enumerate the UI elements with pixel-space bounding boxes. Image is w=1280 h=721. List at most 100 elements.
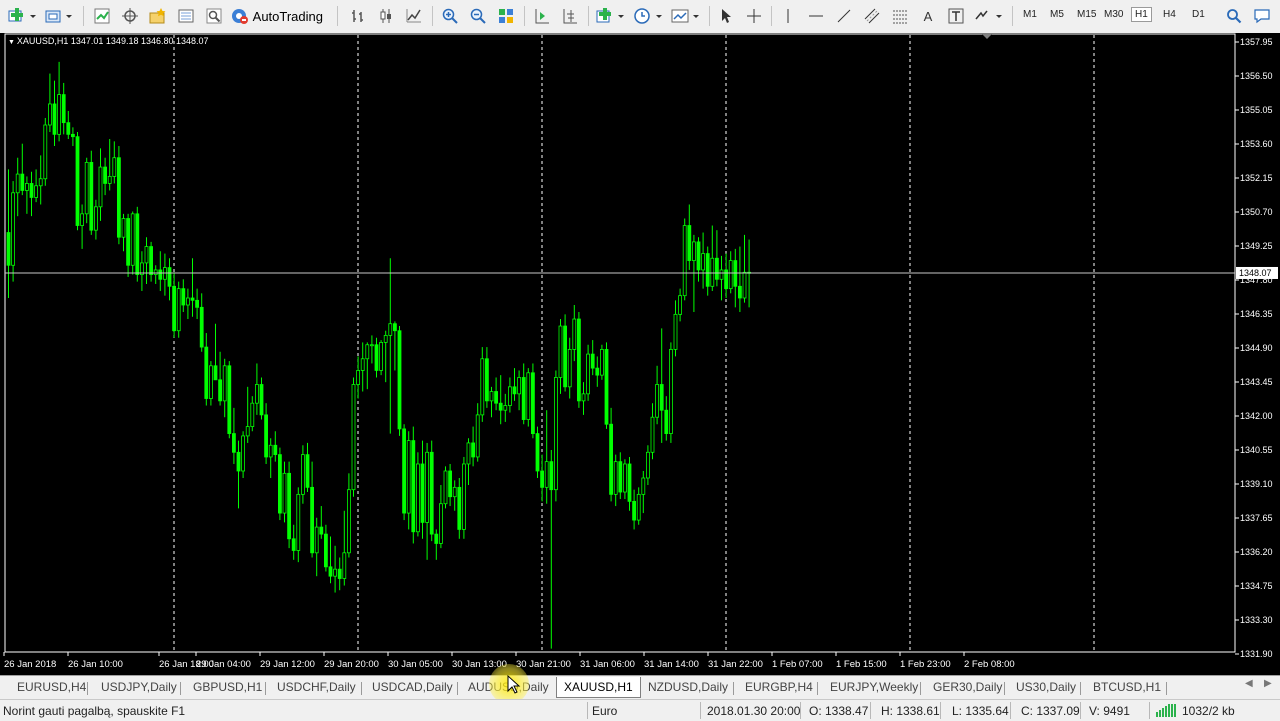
vertical-line-icon: [787, 9, 789, 23]
tab-nzdusd-daily[interactable]: NZDUSD,Daily: [648, 680, 728, 694]
tab-scroll-left-icon[interactable]: ◀: [1245, 678, 1253, 689]
candle-body: [613, 461, 618, 495]
tile-windows-button[interactable]: [495, 5, 517, 27]
candle-body: [434, 533, 439, 544]
strategy-tester-button[interactable]: [203, 5, 225, 27]
status-help-text: Norint gauti pagalbą, spauskite F1: [3, 704, 186, 718]
indicators-button[interactable]: [595, 5, 627, 27]
arrows-button[interactable]: [973, 5, 1005, 27]
status-open: O: 1338.47: [809, 704, 869, 718]
candle-body: [245, 426, 250, 437]
tab-xauusd-h1[interactable]: XAUUSD,H1: [556, 677, 641, 698]
equidistant-channel-button[interactable]: [861, 5, 883, 27]
line-chart-button[interactable]: [403, 5, 425, 27]
candle-body: [112, 157, 117, 177]
text-button[interactable]: A: [917, 5, 939, 27]
new-chart-icon: [8, 8, 36, 22]
timeframe-m30[interactable]: M30: [1104, 9, 1123, 20]
crosshair-button[interactable]: [743, 5, 765, 27]
price-chart[interactable]: 1357.95 1356.50 1355.05 1353.60 1352.15 1350.…: [0, 33, 1280, 675]
tab-usdchf-daily[interactable]: USDCHF,Daily: [277, 680, 356, 694]
candle-body: [107, 176, 112, 184]
price-label: 1342.00: [1240, 411, 1273, 421]
bar-chart-button[interactable]: [347, 5, 369, 27]
candle-body: [250, 402, 255, 427]
price-label: 1339.10: [1240, 479, 1273, 489]
tab-scroll-right-icon[interactable]: ▶: [1264, 678, 1272, 689]
horizontal-line-button[interactable]: [805, 5, 827, 27]
indicators-icon: [596, 8, 624, 23]
auto-scroll-button[interactable]: [531, 5, 553, 27]
time-label: 1 Feb 23:00: [900, 659, 951, 670]
candle-body: [24, 183, 29, 191]
zoom-out-button[interactable]: [467, 5, 489, 27]
tab-eurgbp-h4[interactable]: EURGBP,H4: [745, 680, 813, 694]
candlestick-chart-button[interactable]: [375, 5, 397, 27]
timeframe-m5[interactable]: M5: [1050, 9, 1064, 20]
timeframe-d1[interactable]: D1: [1192, 9, 1205, 20]
chart-window[interactable]: 1357.95 1356.50 1355.05 1353.60 1352.15 1350.…: [0, 33, 1280, 675]
market-watch-button[interactable]: [91, 5, 113, 27]
tab-gbpusd-h1[interactable]: GBPUSD,H1: [193, 680, 262, 694]
candle-body: [535, 433, 540, 472]
chat-button[interactable]: [1252, 5, 1272, 27]
new-chart-button[interactable]: [8, 5, 38, 27]
arrows-icon: [975, 10, 1002, 20]
terminal-button[interactable]: [175, 5, 197, 27]
candle-body: [204, 346, 209, 399]
candle-body: [646, 451, 650, 479]
autotrading-button[interactable]: AutoTrading: [231, 5, 323, 27]
candle-body: [360, 358, 365, 371]
candle-body: [287, 472, 292, 540]
candle-body: [406, 440, 411, 514]
main-toolbar: AutoTrading A M1 M5 M15 M30 H1 H4 D1: [0, 0, 1280, 34]
candle-body: [314, 526, 319, 554]
profiles-button[interactable]: [44, 5, 74, 27]
zoom-in-button[interactable]: [439, 5, 461, 27]
templates-button[interactable]: [670, 5, 702, 27]
candle-body: [34, 185, 38, 198]
status-profile: Euro: [592, 704, 618, 718]
candle-body: [43, 124, 48, 180]
candle-body: [618, 461, 623, 493]
candle-body: [549, 461, 554, 491]
candle-body: [61, 94, 66, 124]
cursor-button[interactable]: [715, 5, 737, 27]
timeframe-h4[interactable]: H4: [1163, 9, 1176, 20]
candle-body: [333, 568, 338, 577]
timeframe-m15[interactable]: M15: [1077, 9, 1096, 20]
tab-ger30-daily[interactable]: GER30,Daily: [933, 680, 1002, 694]
favorites-button[interactable]: [147, 5, 169, 27]
candle-body: [121, 218, 126, 238]
fibonacci-button[interactable]: [889, 5, 911, 27]
navigator-button[interactable]: [119, 5, 141, 27]
tab-btcusd-h1[interactable]: BTCUSD,H1: [1093, 680, 1161, 694]
candle-body: [471, 442, 476, 458]
tab-usdcad-daily[interactable]: USDCAD,Daily: [372, 680, 453, 694]
candle-body: [452, 486, 457, 498]
search-button[interactable]: [1224, 5, 1244, 27]
vertical-line-button[interactable]: [777, 5, 799, 27]
candle-body: [595, 367, 600, 376]
tab-usdjpy-daily[interactable]: USDJPY,Daily: [101, 680, 177, 694]
chart-shift-icon: [563, 9, 577, 24]
chart-shift-button[interactable]: [559, 5, 581, 27]
time-label: 30 Jan 21:00: [516, 659, 571, 670]
time-label: 2 Feb 08:00: [964, 659, 1015, 670]
candle-body: [254, 384, 259, 404]
candle-body: [259, 384, 264, 416]
time-label: 31 Jan 06:00: [580, 659, 635, 670]
line-chart-icon: [406, 9, 421, 23]
profiles-icon: [45, 10, 72, 23]
tab-eurusd-h4[interactable]: EURUSD,H4: [17, 680, 86, 694]
timeframe-h1[interactable]: H1: [1131, 7, 1152, 22]
collapse-triangle-icon[interactable]: ▼: [8, 39, 17, 46]
tab-us30-daily[interactable]: US30,Daily: [1016, 680, 1076, 694]
trendline-button[interactable]: [833, 5, 855, 27]
candle-body: [659, 384, 664, 411]
timeframe-m1[interactable]: M1: [1023, 9, 1037, 20]
text-label-button[interactable]: [945, 5, 967, 27]
periods-button[interactable]: [633, 5, 665, 27]
tab-eurjpy-weekly[interactable]: EURJPY,Weekly: [830, 680, 918, 694]
chart-header: ▼ XAUUSD,H1 1347.01 1349.18 1346.80 1348…: [8, 36, 209, 46]
